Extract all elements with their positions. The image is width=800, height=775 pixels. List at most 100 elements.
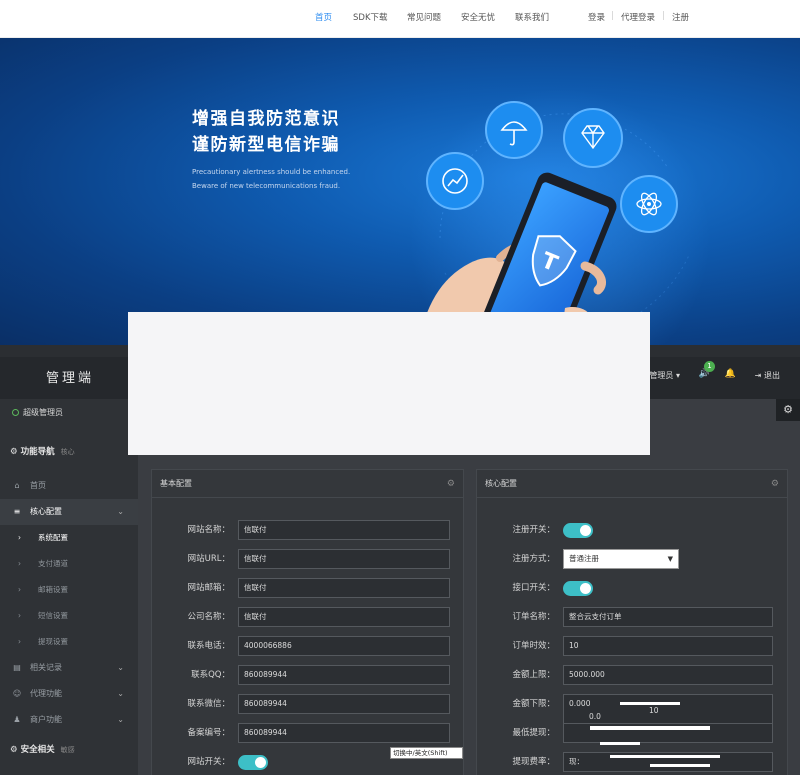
- nav-sdk-download-link[interactable]: SDK下载: [353, 11, 388, 23]
- logout-button[interactable]: ⇥ 退出: [755, 370, 780, 381]
- gear-icon[interactable]: ⚙: [771, 470, 779, 498]
- ime-tooltip: 切换中/英文(Shift): [390, 747, 463, 759]
- redaction-mark: [620, 702, 680, 705]
- field-label: 网站邮箱：: [187, 583, 230, 593]
- field-label: 最低提现：: [512, 728, 555, 738]
- field-label: 网站开关：: [187, 757, 230, 767]
- gear-icon: ⚙: [10, 745, 18, 755]
- register-link[interactable]: 注册: [672, 11, 689, 23]
- form-row-phone: 联系电话： 4000066886: [152, 634, 463, 658]
- form-row-withdraw-fee: 提现费率： 现：: [477, 750, 787, 774]
- nav-security-link[interactable]: 安全无忧: [461, 11, 495, 23]
- settings-gear-button[interactable]: ⚙: [776, 399, 800, 421]
- sidebar-subitem-sms-settings[interactable]: › 短信设置: [0, 603, 138, 629]
- field-label: 注册开关：: [512, 525, 555, 535]
- chevron-right-icon: ›: [18, 533, 21, 542]
- site-switch-toggle[interactable]: [238, 755, 268, 770]
- qq-input[interactable]: 860089944: [238, 665, 450, 685]
- field-label: 订单时效：: [512, 641, 555, 651]
- company-name-input[interactable]: 信联付: [238, 607, 450, 627]
- register-mode-value: 普通注册: [569, 554, 599, 563]
- umbrella-icon: [485, 101, 543, 159]
- field-label: 网站URL：: [187, 554, 230, 564]
- sidebar-item-home[interactable]: ⌂ 首页: [0, 473, 138, 499]
- phone-input[interactable]: 4000066886: [238, 636, 450, 656]
- form-row-api-switch: 接口开关：: [477, 576, 787, 600]
- sidebar-subitem-email-settings[interactable]: › 邮箱设置: [0, 577, 138, 603]
- logout-icon: ⇥: [754, 371, 762, 380]
- register-mode-select[interactable]: 普通注册 ▼: [563, 549, 679, 569]
- site-email-input[interactable]: 信联付: [238, 578, 450, 598]
- nav-group-functions: ⚙ 功能导航 核心: [10, 445, 75, 457]
- sidebar-item-agent[interactable]: ☺ 代理功能 ⌄: [0, 681, 138, 707]
- core-config-header: 核心配置 ⚙: [477, 470, 787, 498]
- sidebar-subitem-withdraw-settings[interactable]: › 提现设置: [0, 629, 138, 655]
- sidebar-item-core-config[interactable]: ≡ 核心配置 ⌄: [0, 499, 138, 525]
- online-status-icon: [12, 409, 19, 416]
- chevron-right-icon: ›: [18, 585, 21, 594]
- field-label: 公司名称：: [187, 612, 230, 622]
- redaction-mark: [610, 755, 720, 758]
- sidebar-item-records[interactable]: ▤ 相关记录 ⌄: [0, 655, 138, 681]
- sidebar-subitem-system-config[interactable]: › 系统配置: [0, 525, 138, 551]
- nav-home-link[interactable]: 首页: [315, 11, 332, 23]
- sidebar-subitem-payment-channel[interactable]: › 支付通道: [0, 551, 138, 577]
- logout-label: 退出: [764, 371, 780, 380]
- chevron-right-icon: ›: [18, 637, 21, 646]
- nav-contact-link[interactable]: 联系我们: [515, 11, 549, 23]
- atom-icon: [620, 175, 678, 233]
- field-label: 订单名称：: [512, 612, 555, 622]
- user-menu-label: 管理员: [649, 371, 674, 380]
- form-row-order-timeout: 订单时效： 10: [477, 634, 787, 658]
- users-icon: ☺: [12, 689, 22, 698]
- nav-group-functions-tag: 核心: [60, 448, 75, 456]
- caret-down-icon: ▾: [675, 371, 680, 380]
- sidebar-item-merchant[interactable]: ♟ 商户功能 ⌄: [0, 707, 138, 733]
- nav-group-functions-label: 功能导航: [20, 447, 55, 457]
- login-link[interactable]: 登录: [588, 11, 605, 23]
- site-name-input[interactable]: 信联付: [238, 520, 450, 540]
- role-label: 超级管理员: [23, 408, 63, 417]
- blank-overlay: [128, 312, 650, 455]
- nav-group-security-tag: 敏感: [60, 746, 75, 754]
- basic-config-header: 基本配置 ⚙: [152, 470, 463, 498]
- wechat-input[interactable]: 860089944: [238, 694, 450, 714]
- api-switch-toggle[interactable]: [563, 581, 593, 596]
- chevron-right-icon: ›: [18, 559, 21, 568]
- list-icon: ▤: [13, 663, 21, 672]
- order-name-input[interactable]: 整合云支付订单: [563, 607, 773, 627]
- field-label: 联系电话：: [187, 641, 230, 651]
- site-url-input[interactable]: 信联付: [238, 549, 450, 569]
- amount-max-input[interactable]: 5000.000: [563, 665, 773, 685]
- basic-config-card: 基本配置 ⚙ 网站名称： 信联付 网站URL： 信联付 网站邮箱： 信联付 公司…: [151, 469, 464, 775]
- gear-icon[interactable]: ⚙: [447, 470, 455, 498]
- chevron-down-icon: ⌄: [117, 507, 124, 516]
- field-label: 联系QQ：: [191, 670, 230, 680]
- register-switch-toggle[interactable]: [563, 523, 593, 538]
- bell-icon[interactable]: 🔔: [725, 369, 736, 379]
- form-row-site-email: 网站邮箱： 信联付: [152, 576, 463, 600]
- toggle-knob: [580, 583, 591, 594]
- form-row-qq: 联系QQ： 860089944: [152, 663, 463, 687]
- redaction-mark: [600, 742, 640, 745]
- order-timeout-input[interactable]: 10: [563, 636, 773, 656]
- notification-badge: 1: [704, 361, 715, 372]
- admin-sidebar: 超级管理员 ⚙ 功能导航 核心 ⌂ 首页 ≡ 核心配置 ⌄ › 系统配置 › 支付通道 › 邮…: [0, 399, 138, 775]
- sidebar-subitem-label: 短信设置: [38, 611, 68, 620]
- nav-divider: |: [662, 11, 665, 21]
- nav-faq-link[interactable]: 常见问题: [407, 11, 441, 23]
- chevron-right-icon: ›: [18, 611, 21, 620]
- nav-divider: |: [611, 11, 614, 21]
- agent-login-link[interactable]: 代理登录: [621, 11, 655, 23]
- user-icon: ♟: [13, 715, 21, 724]
- field-label: 提现费率：: [512, 757, 555, 767]
- field-label: 金额上限：: [512, 670, 555, 680]
- admin-logo: 管理端: [46, 371, 95, 386]
- form-row-site-url: 网站URL： 信联付: [152, 547, 463, 571]
- form-row-wechat: 联系微信： 860089944: [152, 692, 463, 716]
- icp-number-input[interactable]: 860089944: [238, 723, 450, 743]
- banner-illustration: T: [410, 88, 710, 345]
- user-menu[interactable]: 管理员 ▾: [649, 370, 680, 381]
- admin-main: ⚙ 基本配置 ⚙ 网站名称： 信联付 网站URL： 信联付 网站邮箱： 信联付 …: [138, 399, 800, 775]
- form-row-register-switch: 注册开关：: [477, 518, 787, 542]
